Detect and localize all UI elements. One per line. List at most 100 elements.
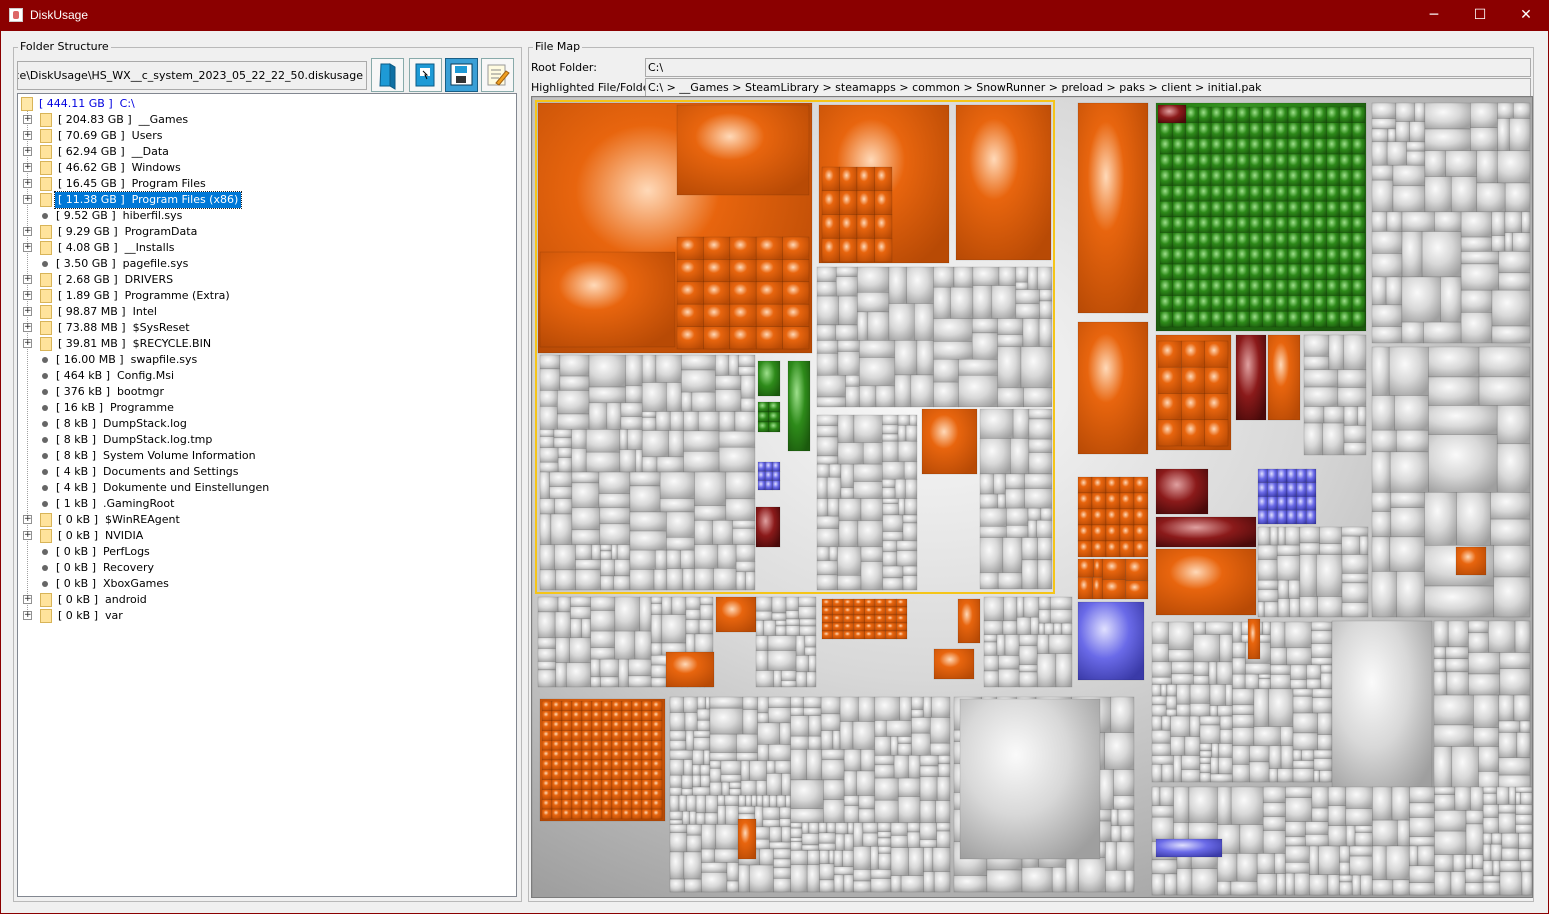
treemap-cell[interactable] [725, 805, 739, 825]
treemap-cell[interactable] [816, 353, 839, 376]
treemap-cell[interactable] [859, 340, 896, 358]
treemap-cell[interactable] [790, 735, 809, 750]
treemap-cell[interactable] [1188, 822, 1218, 842]
treemap-cell[interactable] [712, 520, 734, 545]
treemap-cell[interactable] [692, 749, 705, 766]
treemap-cell[interactable] [1445, 658, 1469, 673]
treemap-cell[interactable] [972, 266, 1000, 286]
treemap-cell[interactable] [1326, 106, 1340, 124]
treemap-cell[interactable] [681, 391, 693, 412]
treemap-cell[interactable] [601, 799, 613, 810]
treemap-cell[interactable] [1371, 571, 1397, 618]
treemap-cell[interactable] [1313, 153, 1327, 171]
treemap-cell[interactable] [1433, 671, 1448, 696]
treemap-cell[interactable] [1223, 138, 1238, 155]
treemap-cell[interactable] [1385, 276, 1403, 306]
treemap-cell[interactable] [1198, 169, 1212, 186]
treemap-cell[interactable] [1299, 554, 1317, 597]
treemap-cell[interactable] [701, 862, 728, 873]
treemap-cell[interactable] [1482, 793, 1497, 805]
treemap-cell[interactable] [1218, 757, 1233, 775]
treemap-cell[interactable] [853, 606, 865, 616]
treemap-cell[interactable] [1262, 802, 1286, 818]
treemap-cell[interactable] [561, 720, 573, 731]
treemap-cell[interactable] [1181, 755, 1201, 770]
treemap-cell[interactable] [1116, 841, 1135, 871]
treemap-cell[interactable] [561, 799, 573, 810]
treemap-cell[interactable] [1105, 508, 1121, 526]
treemap-cell[interactable] [1515, 792, 1522, 805]
treemap-cell[interactable] [1172, 263, 1186, 281]
treemap-cell[interactable] [893, 755, 909, 779]
treemap-cell[interactable] [1313, 248, 1327, 265]
treemap-cell[interactable] [720, 774, 742, 783]
treemap-cell[interactable] [790, 779, 824, 809]
treemap-cell[interactable] [1232, 745, 1250, 765]
treemap-cell[interactable] [740, 397, 756, 412]
treemap-cell[interactable] [1446, 671, 1469, 696]
treemap-cell[interactable] [701, 824, 717, 850]
treemap-cell[interactable] [1262, 295, 1276, 312]
treemap-cell[interactable] [621, 730, 633, 741]
treemap-cell[interactable] [1287, 138, 1302, 155]
treemap-cell[interactable] [1497, 150, 1531, 184]
treemap-cell[interactable] [853, 481, 883, 499]
treemap-cell[interactable] [619, 429, 628, 451]
treemap-cell[interactable] [620, 402, 643, 418]
treemap-cell[interactable] [1210, 122, 1225, 139]
treemap-cell[interactable] [979, 473, 994, 495]
treemap-cell[interactable] [1392, 185, 1426, 213]
treemap-cell[interactable] [1210, 138, 1225, 155]
treemap-cell[interactable] [790, 707, 804, 716]
treemap-cell[interactable] [1460, 312, 1493, 344]
treemap-cell[interactable] [539, 354, 561, 370]
treemap-cell[interactable] [1285, 872, 1295, 896]
treemap-cell[interactable] [1125, 580, 1149, 600]
treemap-cell[interactable] [1125, 558, 1149, 582]
treemap-cell[interactable] [1401, 321, 1424, 344]
treemap-cell[interactable] [862, 442, 883, 465]
treemap-cell[interactable] [1198, 279, 1212, 296]
treemap-cell[interactable] [1501, 832, 1519, 849]
treemap-cell[interactable] [641, 749, 653, 761]
treemap-cell[interactable] [807, 735, 822, 750]
treemap-cell[interactable] [1287, 200, 1302, 218]
treemap-cell[interactable] [1181, 366, 1205, 394]
treemap-cell[interactable] [902, 565, 918, 576]
treemap-cell[interactable] [864, 622, 876, 632]
treemap-cell[interactable] [755, 596, 773, 612]
tree-row[interactable]: +[ 0 kB ] $WinREAgent [18, 512, 508, 528]
treemap-cell[interactable] [1434, 794, 1456, 811]
treemap-cell[interactable] [1217, 881, 1232, 896]
treemap-cell[interactable] [1005, 488, 1025, 509]
treemap-cell[interactable] [997, 493, 1006, 509]
treemap-cell[interactable] [1199, 743, 1213, 752]
treemap-cell[interactable] [1257, 544, 1278, 560]
treemap-cell[interactable] [1371, 141, 1388, 166]
treemap-cell[interactable] [1351, 310, 1366, 328]
treemap-cell[interactable] [1521, 211, 1531, 234]
treemap-cell[interactable] [631, 779, 643, 790]
treemap-cell[interactable] [768, 411, 781, 423]
treemap-cell[interactable] [1249, 185, 1263, 202]
treemap-cell[interactable] [781, 826, 792, 843]
treemap-cell[interactable] [1311, 657, 1333, 666]
treemap-cell[interactable] [853, 880, 872, 893]
treemap-cell[interactable] [1339, 295, 1353, 312]
treemap-cell[interactable] [641, 730, 653, 741]
treemap-cell[interactable] [641, 799, 653, 810]
treemap-cell[interactable] [857, 266, 890, 293]
treemap-cell[interactable] [882, 540, 898, 553]
tree-row[interactable]: +[ 0 kB ] android [18, 592, 508, 608]
treemap-cell[interactable] [1267, 496, 1278, 511]
treemap-cell[interactable] [816, 414, 839, 427]
treemap-cell[interactable] [1496, 443, 1531, 493]
treemap-cell[interactable] [1394, 395, 1429, 431]
treemap-cell[interactable] [1236, 185, 1250, 202]
treemap-cell[interactable] [1306, 509, 1317, 525]
treemap-cell[interactable] [1077, 524, 1093, 542]
treemap-cell[interactable] [1306, 482, 1317, 497]
treemap-cell[interactable] [571, 507, 601, 531]
treemap-cell[interactable] [1512, 102, 1531, 119]
treemap-cell[interactable] [882, 565, 904, 579]
